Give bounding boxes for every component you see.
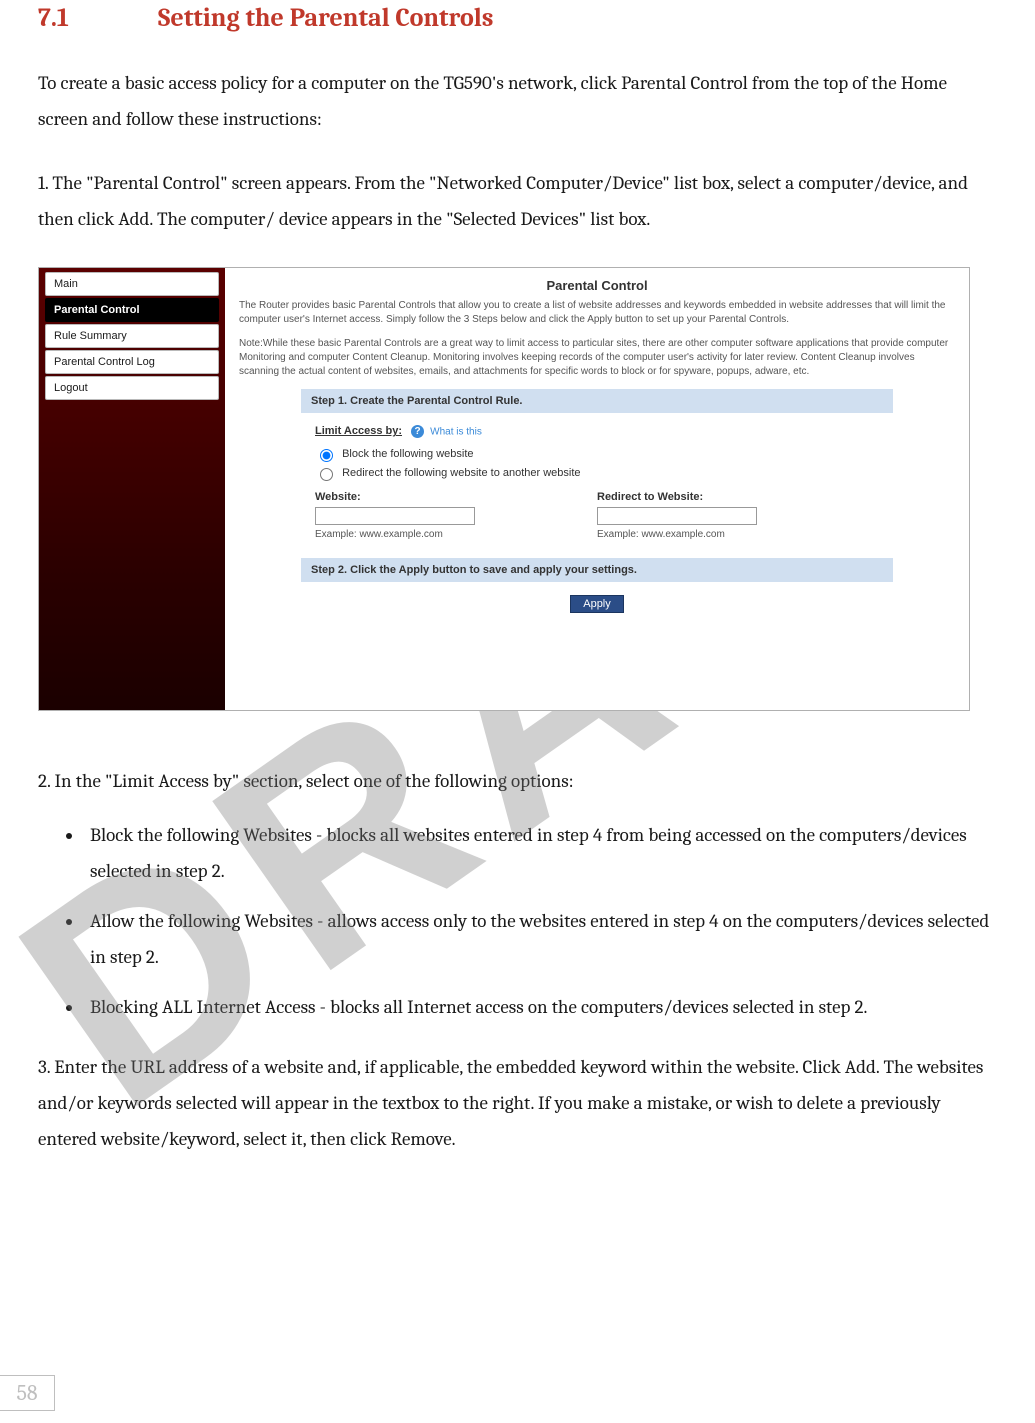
apply-button[interactable]: Apply [570,595,624,613]
step-3-paragraph: 3. Enter the URL address of a website an… [38,1049,995,1157]
step-2-bar: Step 2. Click the Apply button to save a… [301,558,893,582]
router-main-panel: Parental Control The Router provides bas… [225,268,969,710]
redirect-example: Example: www.example.com [597,529,879,540]
help-link[interactable]: What is this [430,426,482,437]
website-input[interactable] [315,507,475,525]
radio-block-input[interactable] [320,449,333,462]
router-intro-text: The Router provides basic Parental Contr… [225,299,969,379]
section-heading: 7.1Setting the Parental Controls [38,3,995,33]
router-intro-2: Note:While these basic Parental Controls… [239,337,955,379]
step-1-paragraph: 1. The "Parental Control" screen appears… [38,165,995,237]
page-number: 58 [0,1375,55,1411]
step-2-options: Block the following Websites - blocks al… [38,817,995,1025]
router-screenshot: Main Parental Control Rule Summary Paren… [38,267,970,711]
radio-redirect-input[interactable] [320,468,333,481]
website-label: Website: [315,491,597,503]
redirect-field-group: Redirect to Website: Example: www.exampl… [597,491,879,540]
router-panel-title: Parental Control [225,268,969,299]
router-intro-1: The Router provides basic Parental Contr… [239,299,955,327]
bullet-block: Block the following Websites - blocks al… [84,817,995,889]
sidebar-item-rule-summary[interactable]: Rule Summary [45,324,219,348]
step-2-lead: 2. In the "Limit Access by" section, sel… [38,763,995,799]
radio-block-website[interactable]: Block the following website [315,446,879,462]
redirect-input[interactable] [597,507,757,525]
sidebar-item-main[interactable]: Main [45,272,219,296]
website-field-group: Website: Example: www.example.com [315,491,597,540]
bullet-allow: Allow the following Websites - allows ac… [84,903,995,975]
section-number: 7.1 [38,3,158,33]
help-icon[interactable]: ? [411,425,424,438]
sidebar-item-logout[interactable]: Logout [45,376,219,400]
radio-redirect-label: Redirect the following website to anothe… [342,467,580,479]
limit-access-label: Limit Access by: [315,425,402,437]
step-1-bar: Step 1. Create the Parental Control Rule… [301,389,893,413]
sidebar-item-parental-log[interactable]: Parental Control Log [45,350,219,374]
radio-block-label: Block the following website [342,448,473,460]
router-sidebar: Main Parental Control Rule Summary Paren… [39,268,225,710]
radio-redirect-website[interactable]: Redirect the following website to anothe… [315,465,879,481]
website-example: Example: www.example.com [315,529,597,540]
sidebar-item-parental-control[interactable]: Parental Control [45,298,219,322]
intro-paragraph: To create a basic access policy for a co… [38,65,995,137]
section-title: Setting the Parental Controls [158,3,493,33]
redirect-label: Redirect to Website: [597,491,879,503]
bullet-blockall: Blocking ALL Internet Access - blocks al… [84,989,995,1025]
step-1-body: Limit Access by: ? What is this Block th… [225,425,969,540]
